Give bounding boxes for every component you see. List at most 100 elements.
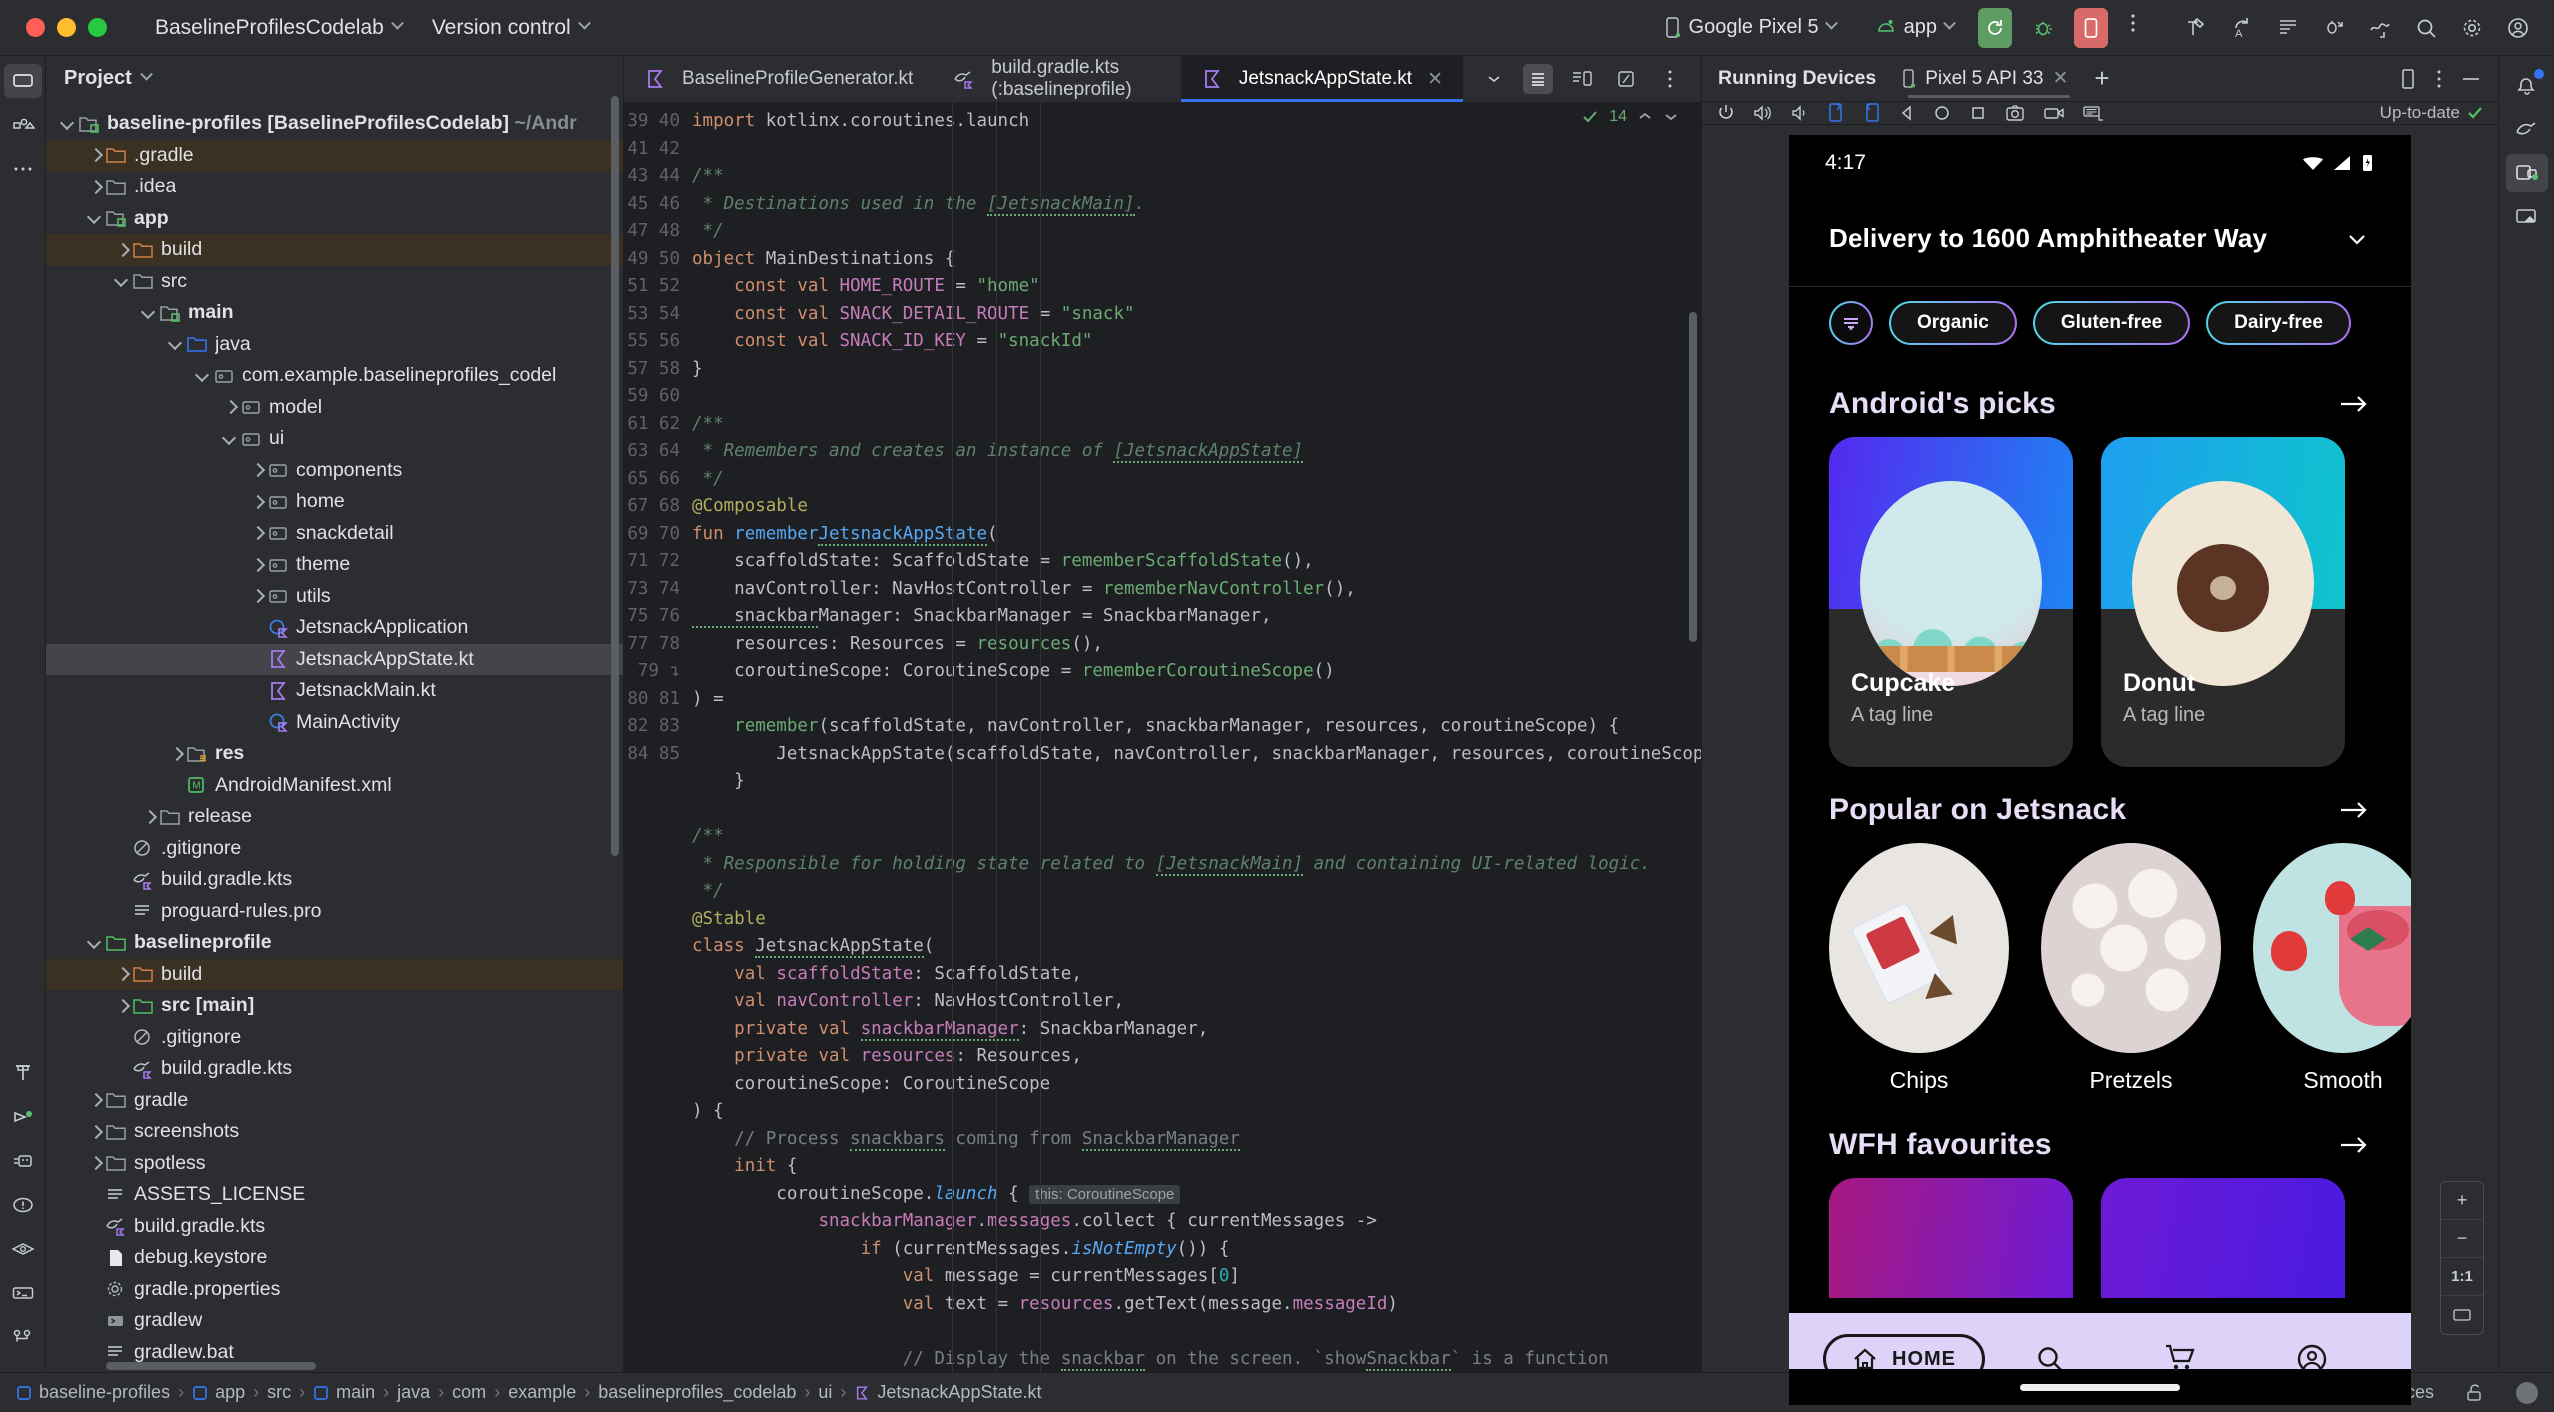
tree-node[interactable]: src [main] — [46, 990, 623, 1022]
run-icon[interactable] — [4, 1100, 42, 1134]
tree-node[interactable]: build — [46, 234, 623, 266]
wfh-card-row[interactable] — [1789, 1178, 2411, 1298]
avatar-icon[interactable] — [2516, 1381, 2538, 1404]
volume-up-icon[interactable] — [1752, 103, 1774, 123]
profiler-icon[interactable] — [2368, 16, 2392, 40]
tree-node[interactable]: build — [46, 958, 623, 990]
zoom-actual-size-button[interactable]: 1:1 — [2441, 1258, 2483, 1296]
editor-tab-bar[interactable]: BaselineProfileGenerator.kt build.gradle.… — [624, 56, 1701, 102]
breadcrumb-item[interactable]: example — [508, 1382, 576, 1403]
terminal-icon[interactable] — [4, 1276, 42, 1310]
sidebar-item-more-tools[interactable] — [4, 152, 42, 186]
snack-card[interactable]: Donut A tag line — [2101, 437, 2345, 767]
rotate-right-icon[interactable] — [1862, 102, 1882, 124]
arrow-right-icon[interactable] — [2337, 1133, 2371, 1157]
window-controls[interactable] — [14, 18, 107, 37]
section-header[interactable]: WFH favourites — [1789, 1116, 2411, 1178]
tree-node[interactable]: gradle.properties — [46, 1274, 623, 1306]
breadcrumb-item[interactable]: baseline-profiles — [16, 1382, 170, 1403]
settings-gear-icon[interactable] — [2460, 16, 2484, 40]
tree-node[interactable]: proguard-rules.pro — [46, 896, 623, 928]
arrow-right-icon[interactable] — [2337, 392, 2371, 416]
project-name-dropdown[interactable]: BaselineProfilesCodelab — [155, 16, 404, 40]
editor-tab[interactable]: build.gradle.kts (:baselineprofile) — [933, 56, 1181, 102]
chevron-right-icon[interactable] — [87, 1091, 105, 1109]
tree-node[interactable]: JetsnackMain.kt — [46, 675, 623, 707]
picks-card-row[interactable]: Cupcake A tag line Donut A tag line — [1789, 437, 2411, 767]
filter-chip[interactable]: Gluten-free — [2033, 301, 2190, 345]
running-devices-icon[interactable] — [2505, 154, 2548, 192]
close-icon[interactable]: ✕ — [2053, 67, 2069, 90]
chevron-right-icon[interactable] — [141, 808, 159, 826]
editor-tab[interactable]: BaselineProfileGenerator.kt — [624, 56, 933, 102]
rerun-button[interactable] — [1978, 7, 2012, 48]
volume-down-icon[interactable] — [1790, 103, 1810, 123]
gradle-icon[interactable] — [2506, 110, 2548, 148]
tree-node[interactable]: screenshots — [46, 1116, 623, 1148]
chevron-right-icon[interactable] — [87, 1123, 105, 1141]
chevron-right-icon[interactable] — [114, 965, 132, 983]
screenshot-icon[interactable] — [2004, 103, 2026, 123]
filter-chip[interactable]: Dairy-free — [2206, 301, 2351, 345]
tree-node[interactable]: M AndroidManifest.xml — [46, 770, 623, 802]
zoom-out-icon[interactable]: − — [2441, 1220, 2483, 1258]
tree-node[interactable]: MainActivity — [46, 707, 623, 739]
filter-chip[interactable]: Organic — [1889, 301, 2017, 345]
power-icon[interactable] — [1716, 103, 1736, 123]
split-editor-icon[interactable] — [1567, 64, 1597, 94]
chevron-right-icon[interactable] — [168, 745, 186, 763]
chevron-right-icon[interactable] — [249, 524, 267, 542]
tree-node[interactable]: .gradle — [46, 139, 623, 171]
run-configuration-selector[interactable]: app — [1866, 10, 1964, 45]
wfh-card[interactable] — [2101, 1178, 2345, 1298]
section-header[interactable]: Popular on Jetsnack — [1789, 781, 2411, 843]
breadcrumb[interactable]: baseline-profiles › app › src › main › java › com ›… — [16, 1382, 1041, 1403]
tree-node[interactable]: build.gradle.kts — [46, 1211, 623, 1243]
overview-icon[interactable] — [1968, 103, 1988, 123]
chevron-right-icon[interactable] — [114, 241, 132, 259]
chevron-down-icon[interactable] — [114, 272, 132, 290]
tree-node[interactable]: .idea — [46, 171, 623, 203]
filter-settings-icon[interactable] — [1829, 301, 1873, 345]
wfh-card[interactable] — [1829, 1178, 2073, 1298]
breadcrumb-item[interactable]: com — [452, 1382, 486, 1403]
tree-node[interactable]: gradlew — [46, 1305, 623, 1337]
sidebar-item-project[interactable] — [3, 64, 42, 98]
build-hammer-icon[interactable] — [2184, 16, 2208, 40]
snack-item[interactable]: Pretzels — [2041, 843, 2221, 1094]
chevron-right-icon[interactable] — [249, 493, 267, 511]
sidebar-item-commit[interactable] — [4, 108, 42, 142]
tree-node[interactable]: ASSETS_LICENSE — [46, 1179, 623, 1211]
zoom-fit-icon[interactable] — [2441, 1296, 2483, 1334]
inspection-widget[interactable]: 14 — [1581, 108, 1679, 126]
app-inspection-icon[interactable] — [4, 1232, 42, 1266]
problems-icon[interactable] — [4, 1188, 42, 1222]
add-device-button[interactable]: + — [2094, 63, 2109, 94]
android-gesture-bar[interactable] — [1789, 1369, 2411, 1405]
chevron-right-icon[interactable] — [114, 997, 132, 1015]
search-icon[interactable] — [2414, 16, 2438, 40]
stop-device-button[interactable] — [2074, 7, 2108, 48]
more-run-options-button[interactable] — [2114, 6, 2152, 40]
tree-node[interactable]: com.example.baselineprofiles_codel — [46, 360, 623, 392]
filter-chips[interactable]: Organic Gluten-free Dairy-free — [1889, 301, 2351, 345]
chevron-down-icon[interactable] — [87, 934, 105, 952]
chevron-down-icon[interactable] — [222, 430, 240, 448]
chevron-down-icon[interactable] — [1479, 64, 1509, 94]
chevron-down-icon[interactable] — [168, 335, 186, 353]
project-tree[interactable]: baseline-profiles [BaselineProfilesCodel… — [46, 100, 623, 1372]
tree-node[interactable]: spotless — [46, 1148, 623, 1180]
more-options-icon[interactable] — [1655, 64, 1685, 94]
chevron-right-icon[interactable] — [249, 556, 267, 574]
rotate-left-icon[interactable] — [1826, 102, 1846, 124]
tree-node[interactable]: baseline-profiles [BaselineProfilesCodel… — [46, 108, 623, 140]
tree-node[interactable]: ui — [46, 423, 623, 455]
popular-snack-row[interactable]: Chips Pretzels Smooth — [1789, 843, 2411, 1094]
device-frame-icon[interactable] — [2398, 68, 2418, 90]
breadcrumb-item[interactable]: JetsnackAppState.kt — [854, 1382, 1041, 1403]
breadcrumb-item[interactable]: baselineprofiles_codelab — [598, 1382, 796, 1403]
logcat-icon[interactable] — [4, 1144, 42, 1178]
tree-node[interactable]: components — [46, 455, 623, 487]
tree-node[interactable]: .gitignore — [46, 833, 623, 865]
project-tree-horizontal-scrollbar[interactable] — [106, 1362, 316, 1370]
